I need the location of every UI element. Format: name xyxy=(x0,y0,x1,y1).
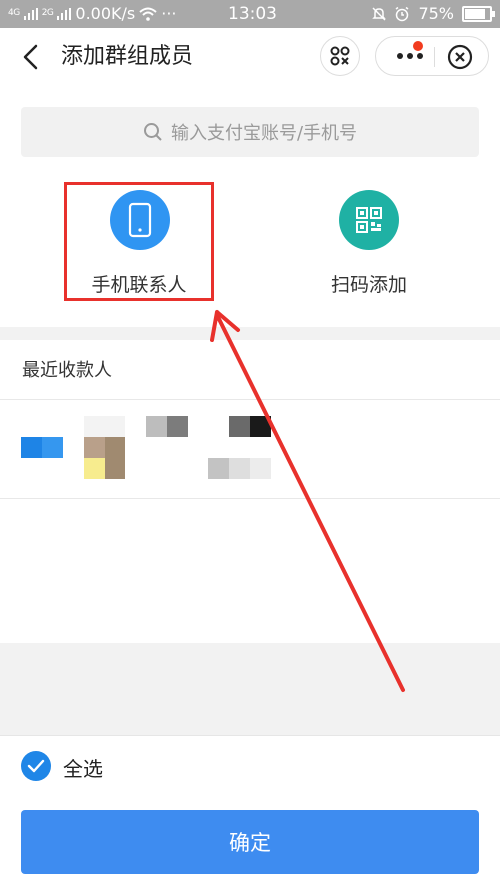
status-more: ··· xyxy=(161,4,177,23)
mini-program-capsule xyxy=(375,36,489,76)
back-button[interactable] xyxy=(14,40,48,74)
alarm-icon xyxy=(395,6,409,21)
battery-percent: 75% xyxy=(418,4,454,23)
network-speed: 0.00K/s xyxy=(75,4,136,23)
wifi-icon xyxy=(139,7,157,21)
status-left: 4G 2G 0.00K/s ··· xyxy=(8,4,177,23)
scan-icon xyxy=(330,46,350,66)
signal-2-text: 2G xyxy=(41,8,54,18)
avatar-name-blur xyxy=(208,458,271,479)
close-circle-icon xyxy=(447,44,473,70)
highlight-box xyxy=(64,182,214,301)
qr-code-icon xyxy=(339,190,399,250)
avatar[interactable] xyxy=(84,416,125,479)
page-title: 添加群组成员 xyxy=(61,44,194,69)
scan-button[interactable] xyxy=(320,36,360,76)
chevron-left-icon xyxy=(23,44,38,70)
recent-payees-list xyxy=(0,400,500,498)
section-gap xyxy=(0,327,500,340)
select-all-label[interactable]: 全选 xyxy=(63,753,103,782)
notification-dot xyxy=(413,41,423,51)
search-placeholder: 输入支付宝账号/手机号 xyxy=(170,123,358,144)
option-scan-label: 扫码添加 xyxy=(330,274,407,296)
more-button[interactable] xyxy=(390,39,430,73)
select-all-checkbox[interactable] xyxy=(21,751,51,781)
close-button[interactable] xyxy=(446,43,474,71)
avatar[interactable] xyxy=(21,437,63,458)
capsule-divider xyxy=(434,47,435,67)
status-right: 75% xyxy=(372,4,495,23)
avatar[interactable] xyxy=(229,416,271,437)
divider xyxy=(0,498,500,499)
search-icon xyxy=(143,123,162,141)
signal-1-text: 4G xyxy=(8,8,20,18)
recent-payees-label: 最近收款人 xyxy=(22,360,112,381)
status-bar: 4G 2G 0.00K/s ··· 13:03 75% xyxy=(0,0,500,28)
confirm-button[interactable]: 确定 xyxy=(21,810,479,874)
battery-icon xyxy=(462,5,495,22)
avatar[interactable] xyxy=(146,416,188,437)
more-dots-icon xyxy=(397,53,423,59)
mute-bell-icon xyxy=(372,6,387,21)
section-gap xyxy=(0,643,500,735)
signal-icon-2 xyxy=(57,7,72,20)
status-time: 13:03 xyxy=(228,4,277,24)
signal-icon xyxy=(23,7,38,20)
check-icon xyxy=(27,759,45,773)
search-input[interactable]: 输入支付宝账号/手机号 xyxy=(21,107,479,157)
option-scan-add[interactable]: 扫码添加 xyxy=(289,190,449,300)
